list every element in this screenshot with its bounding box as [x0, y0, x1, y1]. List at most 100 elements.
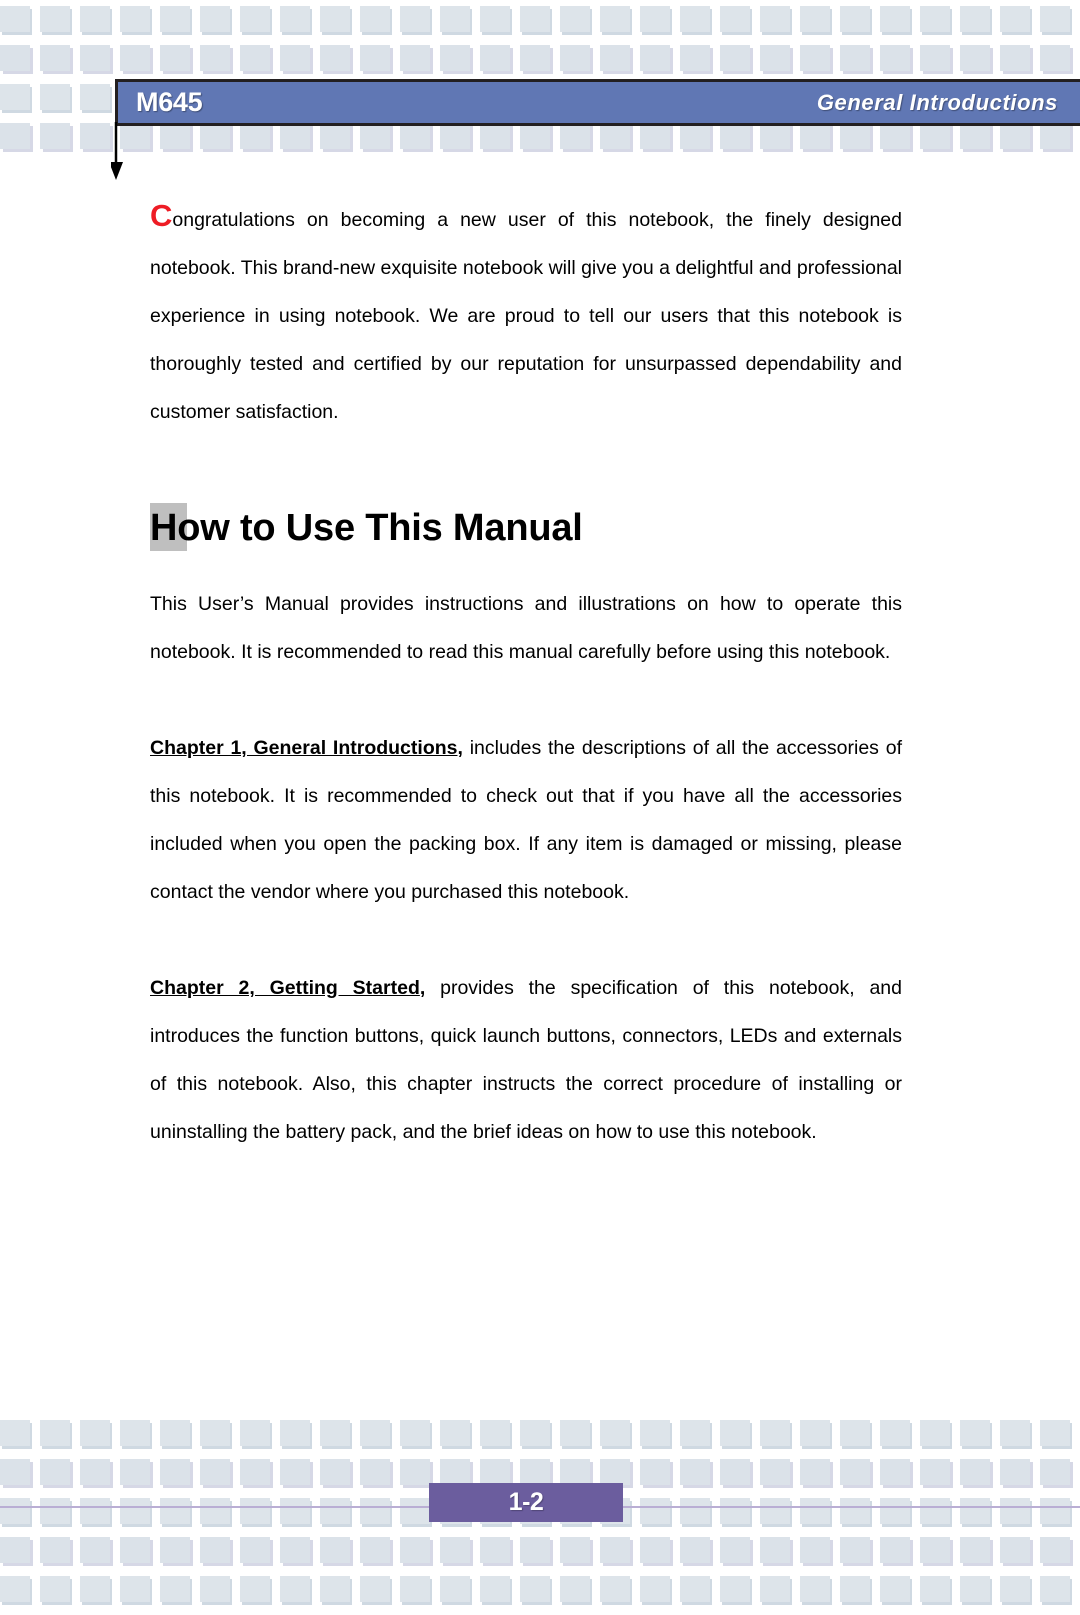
decorative-tile	[640, 123, 670, 149]
decorative-tile	[240, 1576, 270, 1602]
decorative-tile	[920, 45, 950, 71]
decorative-tile	[840, 1498, 870, 1524]
decorative-tile	[520, 1459, 550, 1485]
decorative-tile	[600, 1576, 630, 1602]
decorative-tile	[440, 123, 470, 149]
decorative-tile	[400, 6, 430, 32]
decorative-tile	[200, 45, 230, 71]
decorative-tile	[1000, 1576, 1030, 1602]
decorative-tile	[120, 1498, 150, 1524]
decorative-tile	[920, 1576, 950, 1602]
decorative-tile	[760, 1576, 790, 1602]
decorative-tile	[160, 1576, 190, 1602]
decorative-tile	[560, 6, 590, 32]
down-arrow-icon	[111, 122, 123, 180]
decorative-tile	[720, 1420, 750, 1446]
decorative-tile	[80, 123, 110, 149]
decorative-tile	[800, 6, 830, 32]
decorative-tile	[240, 6, 270, 32]
decorative-tile	[200, 123, 230, 149]
decorative-tile	[400, 1537, 430, 1563]
decorative-tile	[320, 6, 350, 32]
decorative-tile	[480, 1459, 510, 1485]
decorative-tile	[0, 1576, 30, 1602]
decorative-tile	[440, 6, 470, 32]
decorative-tile	[80, 1576, 110, 1602]
decorative-tile	[920, 1420, 950, 1446]
decorative-tile	[880, 1420, 910, 1446]
decorative-tile	[160, 1498, 190, 1524]
decorative-tile	[160, 1420, 190, 1446]
decorative-tile	[560, 1576, 590, 1602]
decorative-tile	[280, 1420, 310, 1446]
decorative-tile	[1040, 1498, 1070, 1524]
chapter-2-reference: Chapter 2, Getting Started	[150, 977, 420, 999]
decorative-tile	[120, 6, 150, 32]
decorative-tile	[760, 6, 790, 32]
decorative-tile	[200, 1576, 230, 1602]
drop-cap-letter: C	[150, 198, 173, 233]
decorative-tile	[400, 1420, 430, 1446]
decorative-tile	[240, 1420, 270, 1446]
decorative-tile	[680, 1576, 710, 1602]
decorative-tile	[400, 1459, 430, 1485]
page-header-bar: M645 General Introductions	[115, 79, 1080, 126]
decorative-tile	[240, 1537, 270, 1563]
decorative-tile	[560, 1420, 590, 1446]
decorative-tile	[280, 1576, 310, 1602]
decorative-tile	[880, 1537, 910, 1563]
decorative-tile	[520, 1576, 550, 1602]
model-name: M645	[136, 87, 203, 117]
decorative-tile	[880, 6, 910, 32]
decorative-tile	[240, 45, 270, 71]
decorative-tile	[280, 1459, 310, 1485]
decorative-tile	[80, 1537, 110, 1563]
decorative-tile-row	[0, 1420, 1080, 1459]
chapter-1-reference: Chapter 1, General Introductions	[150, 737, 458, 759]
page-number-label: 1-2	[508, 1488, 544, 1516]
decorative-tile	[600, 123, 630, 149]
decorative-tile	[240, 123, 270, 149]
decorative-tile	[360, 6, 390, 32]
section-heading-container: How to Use This Manual	[150, 500, 902, 564]
decorative-tile	[920, 6, 950, 32]
chapter-2-description: provides the specification of this noteb…	[150, 977, 903, 1143]
decorative-tile	[360, 123, 390, 149]
decorative-tile	[680, 45, 710, 71]
decorative-tile	[320, 1459, 350, 1485]
decorative-tile	[1000, 6, 1030, 32]
decorative-tile	[280, 45, 310, 71]
decorative-tile	[320, 1576, 350, 1602]
decorative-tile	[840, 6, 870, 32]
body-paragraph-1: This User’s Manual provides instructions…	[150, 593, 902, 663]
decorative-tile	[80, 1420, 110, 1446]
decorative-tile	[360, 1420, 390, 1446]
decorative-tile	[720, 1576, 750, 1602]
decorative-tile	[560, 45, 590, 71]
decorative-tile	[480, 6, 510, 32]
decorative-tile	[400, 123, 430, 149]
decorative-tile	[120, 1420, 150, 1446]
decorative-tile	[0, 6, 30, 32]
decorative-tile	[160, 6, 190, 32]
decorative-tile	[80, 45, 110, 71]
decorative-tile	[960, 1498, 990, 1524]
decorative-tile	[800, 1537, 830, 1563]
decorative-tile	[320, 1420, 350, 1446]
decorative-tile	[720, 1537, 750, 1563]
decorative-tile	[840, 45, 870, 71]
decorative-tile	[0, 1459, 30, 1485]
decorative-tile	[600, 6, 630, 32]
decorative-tile	[800, 45, 830, 71]
decorative-tile	[1040, 6, 1070, 32]
decorative-tile	[720, 123, 750, 149]
decorative-tile	[680, 1420, 710, 1446]
decorative-tile	[320, 1537, 350, 1563]
decorative-tile	[960, 45, 990, 71]
decorative-tile	[560, 1459, 590, 1485]
decorative-tile	[40, 45, 70, 71]
decorative-tile	[680, 123, 710, 149]
decorative-tile	[680, 1537, 710, 1563]
decorative-tile	[520, 1420, 550, 1446]
decorative-tile	[480, 45, 510, 71]
